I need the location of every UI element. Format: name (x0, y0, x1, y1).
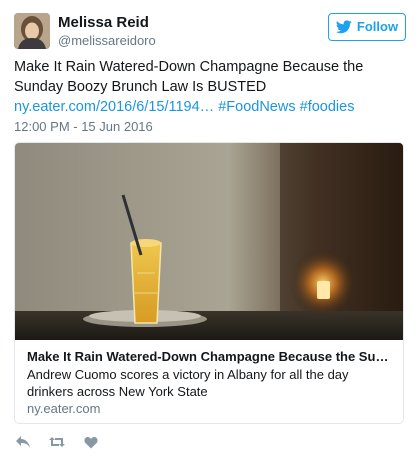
user-name[interactable]: Melissa Reid (58, 14, 149, 32)
card-image (15, 143, 403, 340)
like-icon[interactable] (82, 434, 100, 450)
avatar[interactable] (14, 13, 50, 49)
hashtag-foodies[interactable]: #foodies (300, 99, 355, 115)
twitter-bird-icon (335, 20, 352, 34)
tweet: Melissa Reid @melissareidoro Follow Make… (0, 0, 420, 456)
hashtag-foodnews[interactable]: #FoodNews (218, 99, 295, 115)
follow-label: Follow (356, 19, 399, 34)
tweet-link[interactable]: ny.eater.com/2016/6/15/1194… (14, 99, 214, 115)
tweet-text: Make It Rain Watered-Down Champagne Beca… (14, 57, 408, 117)
user-handle[interactable]: @melissareidoro (58, 33, 156, 49)
link-card[interactable]: Make It Rain Watered-Down Champagne Beca… (14, 142, 404, 424)
card-domain: ny.eater.com (27, 401, 101, 416)
follow-button[interactable]: Follow (328, 13, 406, 41)
retweet-icon[interactable] (48, 434, 66, 450)
tweet-actions (14, 434, 100, 450)
tweet-timestamp[interactable]: 12:00 PM - 15 Jun 2016 (14, 119, 153, 135)
reply-icon[interactable] (14, 434, 32, 450)
tweet-body: Make It Rain Watered-Down Champagne Beca… (14, 59, 364, 95)
card-title: Make It Rain Watered-Down Champagne Beca… (27, 349, 393, 364)
card-description: Andrew Cuomo scores a victory in Albany … (27, 367, 349, 399)
